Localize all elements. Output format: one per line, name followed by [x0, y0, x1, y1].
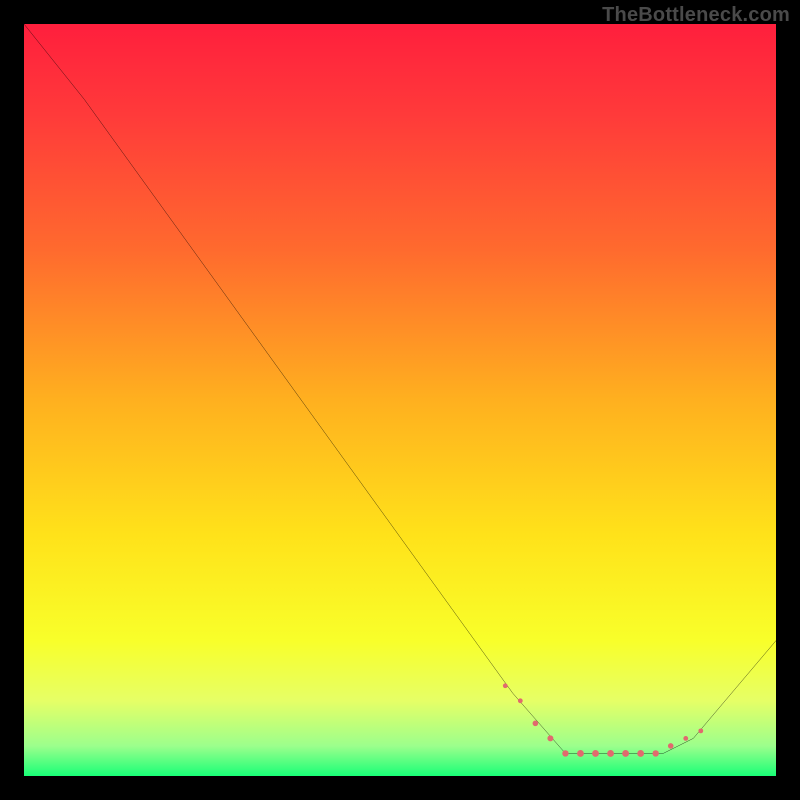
marker-dot [592, 750, 599, 757]
chart-frame: TheBottleneck.com [0, 0, 800, 800]
chart-background [24, 24, 776, 776]
marker-dot [637, 750, 644, 757]
marker-dot [547, 735, 553, 741]
marker-dot [503, 683, 508, 688]
marker-dot [622, 750, 629, 757]
marker-dot [518, 698, 523, 703]
marker-dot [683, 736, 688, 741]
marker-dot [652, 750, 658, 756]
marker-dot [698, 728, 703, 733]
marker-dot [533, 721, 539, 727]
marker-dot [668, 743, 674, 749]
bottleneck-chart [24, 24, 776, 776]
marker-dot [577, 750, 584, 757]
marker-dot [562, 750, 568, 756]
watermark-text: TheBottleneck.com [602, 4, 790, 27]
marker-dot [607, 750, 614, 757]
